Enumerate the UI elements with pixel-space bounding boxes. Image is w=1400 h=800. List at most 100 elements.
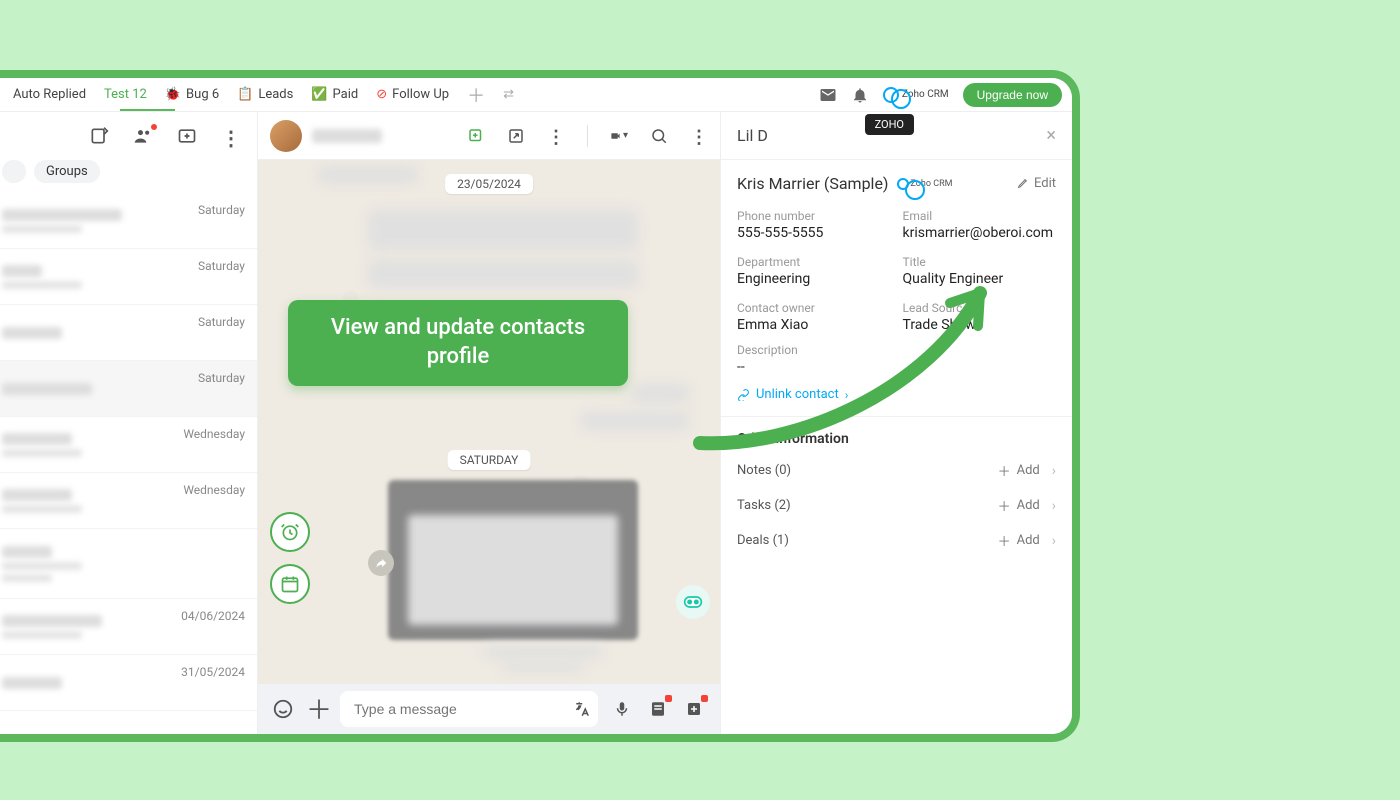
chat-time: Saturday	[198, 371, 245, 385]
chat-row[interactable]: Saturday	[0, 249, 257, 305]
chat-row[interactable]: 31/05/2024	[0, 655, 257, 711]
chat-row[interactable]: Saturday	[0, 305, 257, 361]
contact-name: Kris Marrier (Sample)	[737, 174, 889, 193]
tab-underline	[120, 109, 175, 111]
link-icon	[897, 178, 909, 190]
check-icon: ✅	[311, 87, 327, 102]
template-icon[interactable]	[646, 697, 670, 721]
link-icon	[737, 388, 750, 401]
composer: ＋	[258, 684, 720, 734]
notes-label: Notes (0)	[737, 463, 791, 478]
more-icon[interactable]: ⋮	[221, 126, 241, 146]
tasks-row[interactable]: Tasks (2) ＋ Add›	[721, 488, 1072, 523]
tab-item[interactable]: ⊘ Follow Up	[376, 87, 449, 102]
date-pill: 23/05/2024	[445, 174, 533, 194]
tab-label: Paid	[333, 87, 359, 102]
field-label: Department	[737, 255, 891, 269]
chat-list-pane: ⋮ Groups Saturday Saturday Saturday Satu…	[0, 112, 258, 734]
chevron-right-icon: ›	[1052, 498, 1056, 514]
notes-row[interactable]: Notes (0) ＋ Add›	[721, 453, 1072, 488]
bell-icon[interactable]	[851, 86, 869, 104]
unlink-contact-link[interactable]: Unlink contact ›	[721, 379, 1072, 417]
link-icon	[883, 87, 899, 103]
field-label: Phone number	[737, 209, 891, 223]
contacts-icon[interactable]	[133, 126, 153, 146]
new-chat-icon[interactable]	[89, 126, 109, 146]
chat-pane: ⋮ ▾ ⋮ 23/05/2024 View and upda	[258, 112, 720, 734]
add-deal-button[interactable]: ＋ Add›	[998, 531, 1056, 550]
bug-icon: 🐞	[165, 87, 181, 102]
forward-icon[interactable]	[368, 550, 394, 576]
more-icon[interactable]: ⋮	[547, 127, 565, 145]
attach-plus-icon[interactable]: ＋	[306, 698, 328, 720]
filter-chip[interactable]	[2, 160, 26, 183]
schedule-button[interactable]	[270, 564, 310, 604]
upgrade-button[interactable]: Upgrade now	[963, 83, 1062, 107]
top-tabs: ad 5 Auto Replied Test 12 🐞Bug 6 📋Leads …	[0, 78, 1072, 112]
search-icon[interactable]	[650, 127, 668, 145]
tasks-label: Tasks (2)	[737, 498, 791, 513]
chat-time: Saturday	[198, 203, 245, 217]
avatar[interactable]	[270, 120, 302, 152]
chat-row[interactable]	[0, 529, 257, 599]
tab-label: Bug 6	[186, 87, 219, 102]
tab-item[interactable]: 📋Leads	[237, 87, 293, 102]
edit-button[interactable]: Edit	[1017, 176, 1056, 191]
chat-row[interactable]: 04/06/2024	[0, 599, 257, 655]
annotation-callout: View and update contacts profile	[288, 300, 628, 386]
tab-item[interactable]: ✅ Paid	[311, 87, 358, 102]
tab-item[interactable]: Auto Replied	[13, 87, 86, 102]
filter-chip-groups[interactable]: Groups	[34, 160, 100, 183]
field-label: Description	[737, 343, 1056, 357]
emoji-icon[interactable]	[272, 698, 294, 720]
video-call-icon[interactable]: ▾	[610, 127, 628, 145]
field-value-phone: 555-555-5555	[737, 225, 891, 241]
tab-settings[interactable]: ⇄	[503, 87, 514, 102]
message-input[interactable]	[340, 691, 598, 727]
add-note-button[interactable]: ＋ Add›	[998, 461, 1056, 480]
field-value-owner: Emma Xiao	[737, 317, 891, 333]
more-icon[interactable]: ⋮	[690, 127, 708, 145]
tab-label: Auto Replied	[13, 87, 86, 102]
field-value-description: --	[737, 359, 1056, 375]
clipboard-icon: 📋	[237, 87, 253, 102]
add-task-button[interactable]: ＋ Add›	[998, 496, 1056, 515]
field-value-email: krismarrier@oberoi.com	[903, 225, 1057, 241]
chat-row[interactable]: Wednesday	[0, 417, 257, 473]
chat-time: Saturday	[198, 259, 245, 273]
tab-item-active[interactable]: Test 12	[104, 87, 147, 102]
translate-icon[interactable]	[574, 700, 592, 718]
chat-time: Saturday	[198, 315, 245, 329]
field-value-title: Quality Engineer	[903, 271, 1057, 287]
attach-icon[interactable]	[467, 127, 485, 145]
bot-icon[interactable]	[676, 585, 710, 619]
crm-badge-small: Zoho CRM	[897, 178, 953, 190]
close-icon[interactable]: ×	[1046, 125, 1056, 146]
open-external-icon[interactable]	[507, 127, 525, 145]
field-label: Contact owner	[737, 301, 891, 315]
tab-label: Test 12	[104, 87, 147, 102]
field-value-dept: Engineering	[737, 271, 891, 287]
field-label: Lead Source	[903, 301, 1057, 315]
pencil-icon	[1017, 176, 1030, 189]
mail-icon[interactable]	[819, 86, 837, 104]
stop-icon: ⊘	[376, 87, 387, 102]
chat-row[interactable]: Wednesday	[0, 473, 257, 529]
deals-row[interactable]: Deals (1) ＋ Add›	[721, 523, 1072, 558]
add-window-icon[interactable]	[177, 126, 197, 146]
quick-reply-icon[interactable]	[682, 697, 706, 721]
chat-row[interactable]: Saturday	[0, 193, 257, 249]
tab-add[interactable]: ＋	[467, 82, 485, 108]
reminder-button[interactable]	[270, 512, 310, 552]
chevron-right-icon: ›	[1052, 533, 1056, 549]
tab-item[interactable]: 🐞 Bug 6	[165, 87, 219, 102]
chat-time: 04/06/2024	[181, 609, 245, 623]
zoho-tooltip: ZOHO	[865, 114, 914, 135]
tab-label: Follow Up	[392, 87, 449, 102]
deals-label: Deals (1)	[737, 533, 789, 548]
other-info-header: Other Information	[721, 417, 1072, 453]
field-label: Email	[903, 209, 1057, 223]
mic-icon[interactable]	[610, 697, 634, 721]
chat-row-active[interactable]: Saturday	[0, 361, 257, 417]
crm-badge[interactable]: Zoho CRM	[883, 87, 949, 103]
